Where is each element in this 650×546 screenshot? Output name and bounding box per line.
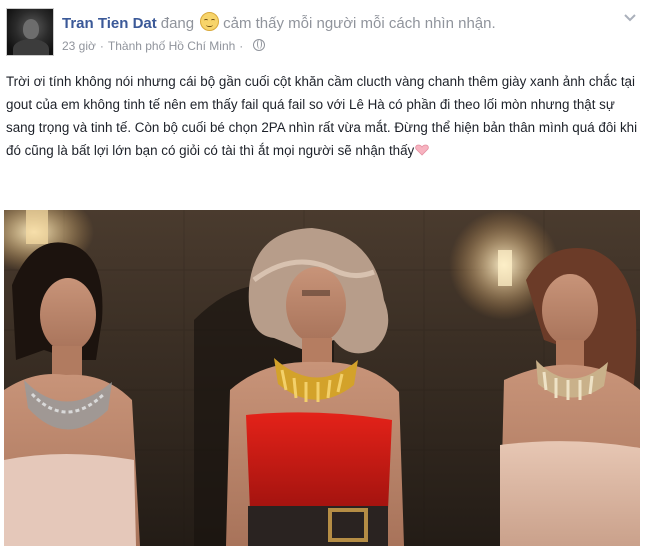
author-avatar[interactable] [6, 8, 54, 56]
post-timestamp[interactable]: 23 giờ [62, 39, 96, 53]
photo-illustration [4, 210, 640, 546]
relieved-face-icon [200, 12, 220, 31]
feeling-text[interactable]: cảm thấy mỗi người mỗi cách nhìn nhận. [223, 15, 496, 32]
post-header: Tran Tien Dat đang cảm thấy mỗi người mỗi … [62, 12, 496, 32]
meta-separator-2: · [239, 39, 244, 53]
meta-separator: · [99, 39, 104, 53]
post-photo[interactable] [4, 210, 640, 546]
status-verb: đang [160, 15, 195, 32]
author-name-link[interactable]: Tran Tien Dat [62, 15, 157, 32]
post-body: Trời ơi tính không nói nhưng cái bộ gần … [6, 70, 638, 162]
facebook-post: Tran Tien Dat đang cảm thấy mỗi người mỗi … [0, 0, 650, 546]
post-location-link[interactable]: Thành phố Hồ Chí Minh [108, 39, 235, 53]
chevron-down-icon[interactable] [624, 12, 636, 24]
post-meta: 23 giờ · Thành phố Hồ Chí Minh · [62, 38, 266, 54]
avatar-shoulders [13, 39, 49, 55]
avatar-face [23, 19, 39, 39]
post-body-text: Trời ơi tính không nói nhưng cái bộ gần … [6, 74, 638, 158]
pink-heart-icon [415, 140, 429, 156]
globe-icon[interactable] [253, 39, 266, 51]
